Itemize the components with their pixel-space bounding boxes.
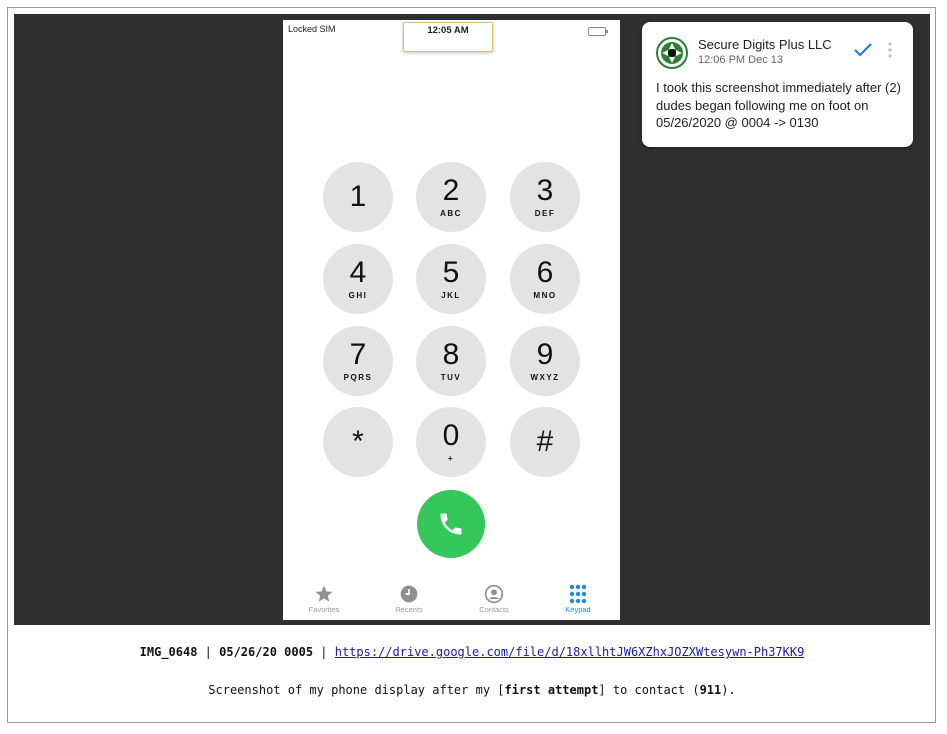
time-highlight-box: 12:05 AM bbox=[403, 22, 493, 52]
more-options-icon[interactable] bbox=[885, 40, 895, 60]
key-letters: TUV bbox=[440, 373, 462, 382]
avatar bbox=[656, 37, 688, 69]
comment-text: I took this screenshot immediately after… bbox=[656, 80, 901, 130]
comment-timestamp: 12:06 PM Dec 13 bbox=[698, 54, 783, 66]
key-1[interactable]: 1 bbox=[323, 162, 393, 232]
key-7[interactable]: 7 PQRS bbox=[323, 326, 393, 396]
tab-keypad[interactable]: Keypad bbox=[548, 584, 608, 614]
key-letters: + bbox=[447, 454, 455, 463]
key-digit: 6 bbox=[536, 256, 554, 289]
phone-icon bbox=[440, 513, 462, 535]
key-8[interactable]: 8 TUV bbox=[416, 326, 486, 396]
tab-label: Contacts bbox=[479, 605, 509, 614]
call-button[interactable] bbox=[417, 490, 485, 558]
key-digit: 0 bbox=[442, 419, 460, 452]
tab-label: Recents bbox=[395, 605, 423, 614]
desc-text: ). bbox=[721, 683, 736, 697]
separator: | bbox=[197, 645, 220, 659]
desc-text: ] to contact ( bbox=[598, 683, 700, 697]
key-digit: 4 bbox=[349, 256, 367, 289]
desc-bold: 911 bbox=[699, 683, 722, 697]
file-name: IMG_0648 bbox=[139, 645, 198, 659]
key-5[interactable]: 5 JKL bbox=[416, 244, 486, 314]
caption-description: Screenshot of my phone display after my … bbox=[14, 683, 930, 697]
key-letters: PQRS bbox=[343, 373, 373, 382]
keypad-icon bbox=[569, 584, 587, 604]
key-digit: 8 bbox=[442, 338, 460, 371]
comment-author: Secure Digits Plus LLC bbox=[698, 37, 832, 52]
drive-link[interactable]: https://drive.google.com/file/d/18xllhtJ… bbox=[335, 645, 805, 659]
key-letters: GHI bbox=[348, 291, 368, 300]
clock-icon bbox=[400, 585, 418, 603]
key-digit: 3 bbox=[536, 174, 554, 207]
key-4[interactable]: 4 GHI bbox=[323, 244, 393, 314]
tab-bar: Favorites Recents Contacts Keypad bbox=[283, 580, 620, 620]
key-digit: # bbox=[536, 425, 554, 458]
key-star[interactable]: * bbox=[323, 407, 393, 477]
tab-label: Favorites bbox=[308, 605, 340, 614]
resolve-check-icon[interactable] bbox=[853, 42, 873, 58]
key-2[interactable]: 2 ABC bbox=[416, 162, 486, 232]
key-3[interactable]: 3 DEF bbox=[510, 162, 580, 232]
key-digit: * bbox=[352, 425, 364, 458]
status-time: 12:05 AM bbox=[427, 25, 469, 36]
carrier-label: Locked SIM bbox=[288, 24, 336, 34]
key-digit: 1 bbox=[349, 180, 367, 213]
key-letters: ABC bbox=[440, 209, 462, 218]
person-icon bbox=[484, 584, 504, 604]
tab-contacts[interactable]: Contacts bbox=[464, 584, 524, 614]
key-digit: 2 bbox=[442, 174, 460, 207]
battery-icon bbox=[588, 27, 608, 36]
comment-card: Secure Digits Plus LLC 12:06 PM Dec 13 I… bbox=[642, 22, 913, 147]
separator: | bbox=[313, 645, 335, 659]
tab-favorites[interactable]: Favorites bbox=[294, 584, 354, 614]
key-9[interactable]: 9 WXYZ bbox=[510, 326, 580, 396]
tab-label: Keypad bbox=[565, 605, 591, 614]
desc-bold: first attempt bbox=[504, 683, 599, 697]
file-date: 05/26/20 0005 bbox=[219, 645, 314, 659]
key-0[interactable]: 0 + bbox=[416, 407, 486, 477]
star-icon bbox=[315, 585, 333, 602]
key-letters: MNO bbox=[533, 291, 557, 300]
phone-screen: Locked SIM 12:05 AM 1 2 ABC 3 DEF 4 GHI 5 JKL 6 MN… bbox=[283, 20, 620, 620]
key-hash[interactable]: # bbox=[510, 407, 580, 477]
tab-recents[interactable]: Recents bbox=[379, 584, 439, 614]
caption-line: IMG_0648 | 05/26/20 0005 | https://drive… bbox=[14, 645, 930, 659]
key-6[interactable]: 6 MNO bbox=[510, 244, 580, 314]
desc-text: Screenshot of my phone display after my … bbox=[208, 683, 505, 697]
key-digit: 9 bbox=[536, 338, 554, 371]
key-letters: DEF bbox=[534, 209, 556, 218]
key-letters: WXYZ bbox=[530, 373, 560, 382]
key-digit: 7 bbox=[349, 338, 367, 371]
key-letters: JKL bbox=[441, 291, 461, 300]
key-digit: 5 bbox=[442, 256, 460, 289]
